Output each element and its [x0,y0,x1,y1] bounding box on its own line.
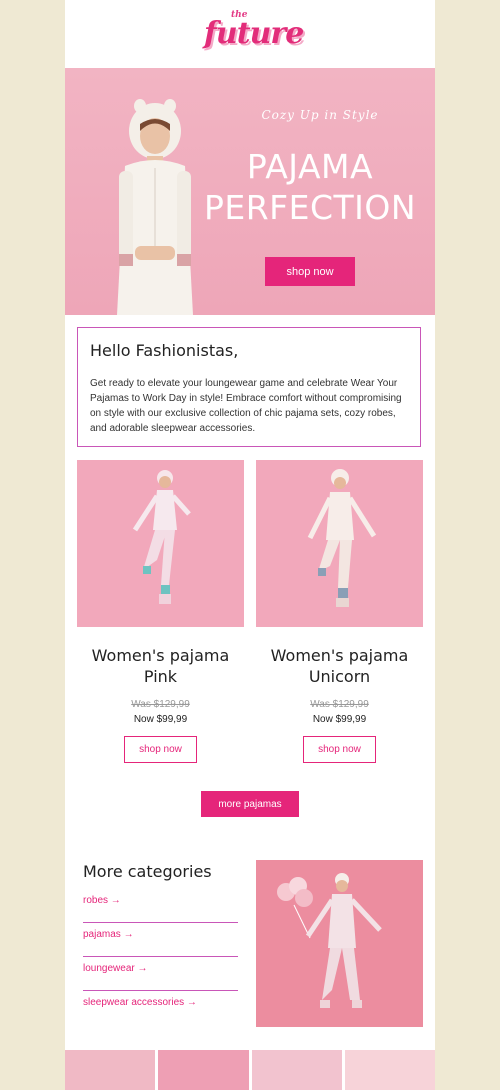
hero-title-line2: PERFECTION [203,188,417,227]
strip-image-hangers [251,1050,342,1090]
product-was-price: Was $129,99 [310,699,369,710]
product-shop-now-button[interactable]: shop now [303,736,376,763]
product-name: Women's pajama Unicorn [270,646,409,686]
category-link-loungewear[interactable]: loungewear → [83,957,238,991]
product-was-price: Was $129,99 [131,699,190,710]
strip-image-clothes [158,1050,249,1090]
hero-title: PAJAMA PERFECTION [200,146,420,228]
hero-tagline: Cozy Up in Style [261,108,379,122]
product-photo-pink [132,470,191,604]
product-now-price: Now $99,99 [133,714,188,725]
product-image[interactable] [77,460,244,627]
categories-image [256,860,423,1027]
hero-title-line1: PAJAMA [246,147,374,186]
categories-photo [277,873,382,1008]
product-now-price: Now $99,99 [312,714,367,725]
hero-banner: Cozy Up in Style PAJAMA PERFECTION shop … [65,68,435,315]
more-pajamas-button[interactable]: more pajamas [201,791,299,817]
categories-heading: More categories [83,862,212,881]
product-card: Women's pajama Unicorn Was $129,99 Now $… [256,460,423,763]
product-image[interactable] [256,460,423,627]
intro-heading: Hello Fashionistas, [90,341,239,360]
product-card: Women's pajama Pink Was $129,99 Now $99,… [77,460,244,763]
product-name: Women's pajama Pink [91,646,230,686]
image-strip [65,1050,435,1090]
strip-image-rack [65,1050,156,1090]
category-link-pajamas[interactable]: pajamas → [83,923,238,957]
product-shop-now-button[interactable]: shop now [124,736,197,763]
hero-shop-now-button[interactable]: shop now [265,257,355,286]
category-link-sleepwear-accessories[interactable]: sleepwear accessories → [83,991,238,1025]
more-categories: More categories robes → pajamas → lounge… [83,862,238,1025]
intro-body: Get ready to elevate your loungewear gam… [90,378,402,434]
logo-wordmark: future [204,16,304,51]
email-container: the future Cozy Up in Style PAJAMA PERFE… [65,0,435,1090]
strip-image-closet [344,1050,435,1090]
product-photo-unicorn [307,469,377,607]
category-link-robes[interactable]: robes → [83,889,238,923]
brand-logo[interactable]: the future [65,0,435,68]
intro-box: Hello Fashionistas, Get ready to elevate… [77,327,421,447]
